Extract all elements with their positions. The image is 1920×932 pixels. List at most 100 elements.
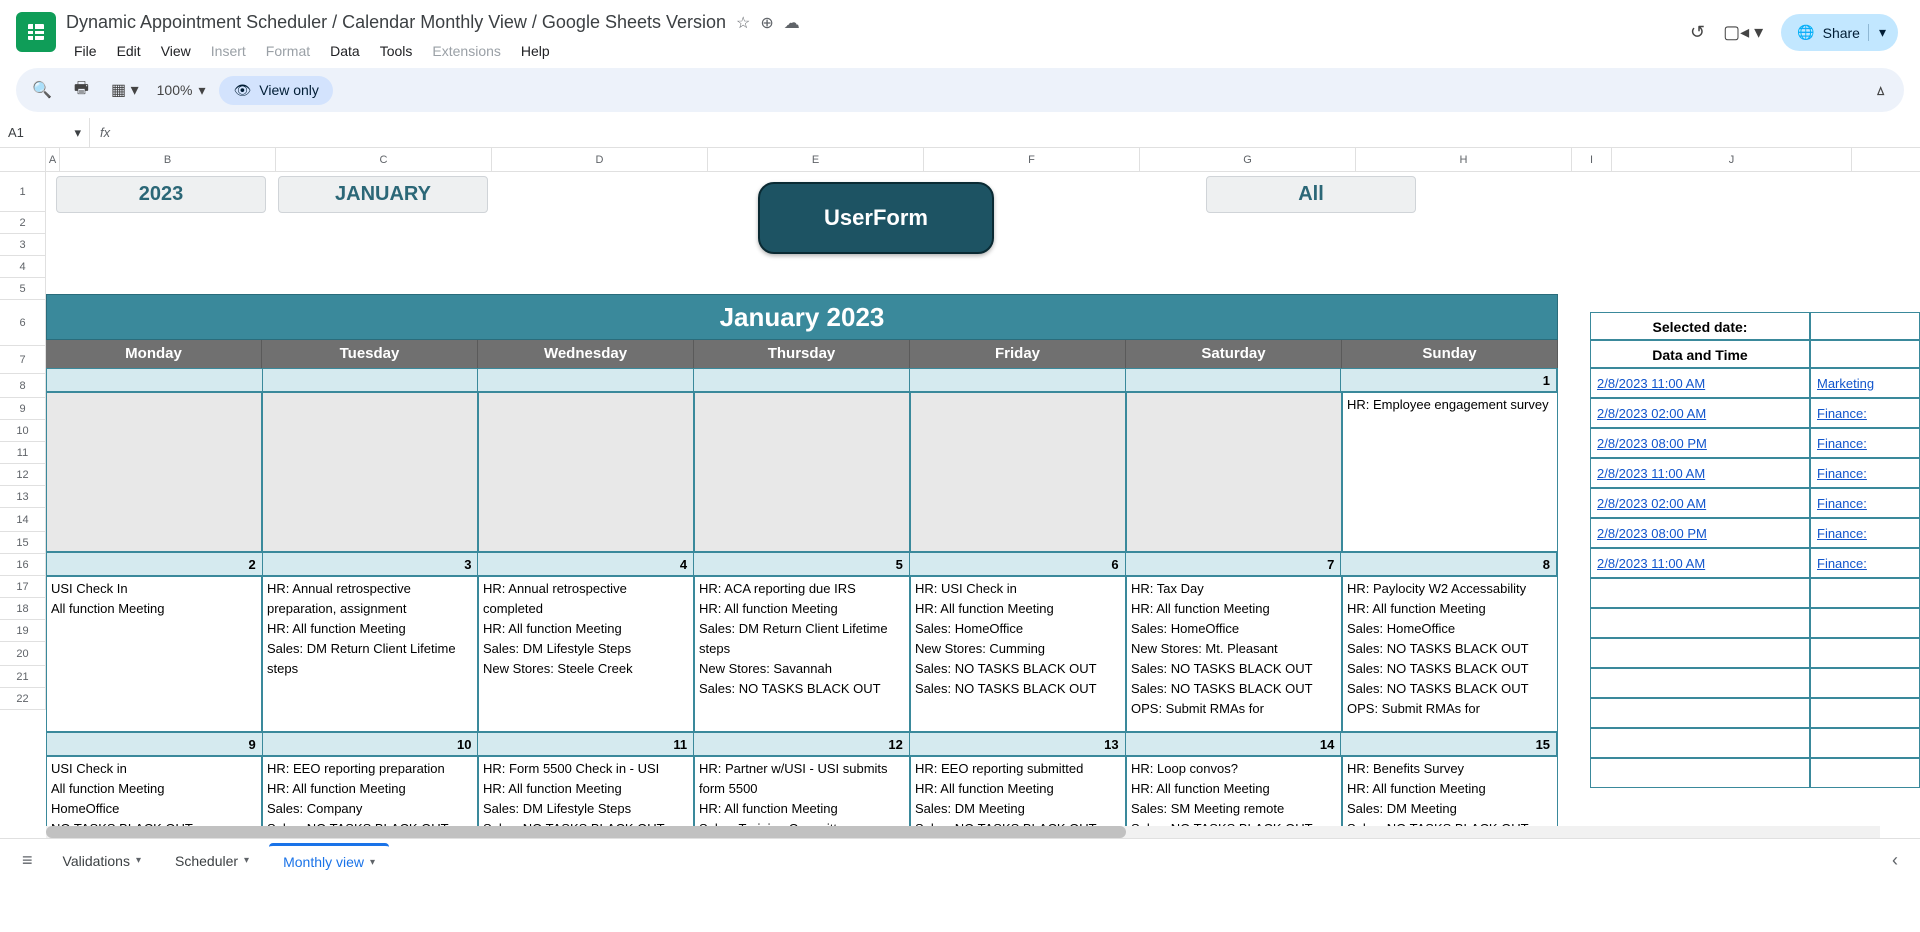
- appointment-datetime[interactable]: [1590, 668, 1810, 698]
- row-header[interactable]: 19: [0, 620, 46, 642]
- row-header[interactable]: 12: [0, 464, 46, 486]
- calendar-day-number[interactable]: 8: [1341, 553, 1557, 575]
- row-header[interactable]: 10: [0, 420, 46, 442]
- calendar-cell[interactable]: [478, 392, 694, 552]
- col-header[interactable]: E: [708, 148, 924, 171]
- calendar-day-number[interactable]: 12: [694, 733, 910, 755]
- row-header[interactable]: 1: [0, 172, 46, 212]
- appointment-datetime[interactable]: 2/8/2023 02:00 AM: [1590, 488, 1810, 518]
- calendar-cell[interactable]: [46, 392, 262, 552]
- appointment-category[interactable]: Marketing: [1810, 368, 1920, 398]
- row-header[interactable]: 2: [0, 212, 46, 234]
- row-header[interactable]: 16: [0, 554, 46, 576]
- formula-bar[interactable]: [120, 118, 1920, 147]
- row-header[interactable]: 6: [0, 300, 46, 346]
- horizontal-scrollbar[interactable]: [46, 826, 1880, 838]
- row-header[interactable]: 13: [0, 486, 46, 508]
- row-header[interactable]: 8: [0, 374, 46, 398]
- appointment-category[interactable]: Finance:: [1810, 488, 1920, 518]
- month-selector[interactable]: JANUARY: [278, 176, 488, 213]
- year-selector[interactable]: 2023: [56, 176, 266, 213]
- calendar-day-number[interactable]: 1: [1341, 369, 1557, 391]
- calendar-day-number[interactable]: 3: [263, 553, 479, 575]
- col-header[interactable]: F: [924, 148, 1140, 171]
- tab-monthly-view[interactable]: Monthly view ▾: [269, 843, 389, 878]
- spreadsheet-cells[interactable]: 2023 JANUARY All UserForm January 2023 M…: [46, 172, 1920, 838]
- calendar-day-number[interactable]: [1126, 369, 1342, 391]
- appointment-category[interactable]: [1810, 698, 1920, 728]
- menu-file[interactable]: File: [66, 39, 105, 63]
- userform-button[interactable]: UserForm: [758, 182, 994, 254]
- calendar-day-number[interactable]: 9: [47, 733, 263, 755]
- appointment-datetime[interactable]: 2/8/2023 02:00 AM: [1590, 398, 1810, 428]
- calendar-day-number[interactable]: 6: [910, 553, 1126, 575]
- explore-icon[interactable]: ‹: [1882, 844, 1908, 877]
- appointment-category[interactable]: Finance:: [1810, 518, 1920, 548]
- calendar-day-number[interactable]: [694, 369, 910, 391]
- filter-views-icon[interactable]: ▦ ▾: [107, 76, 143, 104]
- col-header[interactable]: A: [46, 148, 60, 171]
- appointment-category[interactable]: [1810, 668, 1920, 698]
- col-header[interactable]: C: [276, 148, 492, 171]
- calendar-day-number[interactable]: 2: [47, 553, 263, 575]
- row-header[interactable]: 15: [0, 532, 46, 554]
- sheets-logo[interactable]: [16, 12, 56, 52]
- appointment-category[interactable]: [1810, 608, 1920, 638]
- appointment-datetime[interactable]: 2/8/2023 11:00 AM: [1590, 368, 1810, 398]
- scrollbar-thumb[interactable]: [46, 826, 1126, 838]
- row-header[interactable]: 14: [0, 508, 46, 532]
- calendar-day-number[interactable]: [47, 369, 263, 391]
- menu-view[interactable]: View: [153, 39, 199, 63]
- cloud-icon[interactable]: ☁: [784, 13, 800, 33]
- calendar-day-number[interactable]: 5: [694, 553, 910, 575]
- row-header[interactable]: 20: [0, 642, 46, 666]
- calendar-day-number[interactable]: [478, 369, 694, 391]
- calendar-cell[interactable]: HR: USI Check inHR: All function Meeting…: [910, 576, 1126, 732]
- row-header[interactable]: 22: [0, 688, 46, 710]
- row-header[interactable]: 18: [0, 598, 46, 620]
- calendar-day-number[interactable]: 11: [478, 733, 694, 755]
- calendar-day-number[interactable]: [263, 369, 479, 391]
- menu-edit[interactable]: Edit: [109, 39, 149, 63]
- view-only-badge[interactable]: 👁 View only: [219, 76, 332, 105]
- select-all-corner[interactable]: [0, 148, 46, 171]
- col-header[interactable]: H: [1356, 148, 1572, 171]
- row-header[interactable]: 7: [0, 346, 46, 374]
- share-button[interactable]: 🌐 Share ▾: [1781, 14, 1898, 51]
- calendar-day-number[interactable]: 4: [478, 553, 694, 575]
- calendar-cell[interactable]: HR: Annual retrospective completedHR: Al…: [478, 576, 694, 732]
- zoom-dropdown[interactable]: 100% ▾: [157, 82, 206, 99]
- col-header[interactable]: J: [1612, 148, 1852, 171]
- calendar-cell[interactable]: USI Check InAll function Meeting: [46, 576, 262, 732]
- row-header[interactable]: 21: [0, 666, 46, 688]
- appointment-category[interactable]: Finance:: [1810, 398, 1920, 428]
- appointment-datetime[interactable]: 2/8/2023 08:00 PM: [1590, 518, 1810, 548]
- calendar-day-number[interactable]: 7: [1126, 553, 1342, 575]
- menu-help[interactable]: Help: [513, 39, 558, 63]
- chevron-down-icon[interactable]: ▾: [1868, 24, 1886, 41]
- tab-validations[interactable]: Validations ▾: [49, 845, 155, 877]
- all-sheets-icon[interactable]: ≡: [12, 844, 43, 877]
- meet-icon[interactable]: ▢◂ ▾: [1723, 22, 1763, 43]
- calendar-cell[interactable]: HR: Paylocity W2 AccessabilityHR: All fu…: [1342, 576, 1558, 732]
- calendar-cell[interactable]: [910, 392, 1126, 552]
- menu-data[interactable]: Data: [322, 39, 368, 63]
- search-icon[interactable]: 🔍: [28, 76, 56, 104]
- appointment-category[interactable]: [1810, 728, 1920, 758]
- row-header[interactable]: 17: [0, 576, 46, 598]
- calendar-cell[interactable]: HR: Annual retrospective preparation, as…: [262, 576, 478, 732]
- appointment-datetime[interactable]: [1590, 758, 1810, 788]
- history-icon[interactable]: ↺: [1690, 22, 1705, 43]
- appointment-category[interactable]: Finance:: [1810, 458, 1920, 488]
- appointment-category[interactable]: Finance:: [1810, 548, 1920, 578]
- calendar-cell[interactable]: [262, 392, 478, 552]
- col-header[interactable]: B: [60, 148, 276, 171]
- col-header[interactable]: I: [1572, 148, 1612, 171]
- appointment-datetime[interactable]: 2/8/2023 08:00 PM: [1590, 428, 1810, 458]
- print-icon[interactable]: 🖶: [70, 73, 93, 108]
- cloud-status-icon[interactable]: ⊕: [760, 13, 773, 33]
- star-icon[interactable]: ☆: [736, 13, 750, 33]
- calendar-cell[interactable]: HR: Tax DayHR: All function MeetingSales…: [1126, 576, 1342, 732]
- appointment-datetime[interactable]: [1590, 608, 1810, 638]
- chevron-down-icon[interactable]: ▾: [244, 855, 249, 866]
